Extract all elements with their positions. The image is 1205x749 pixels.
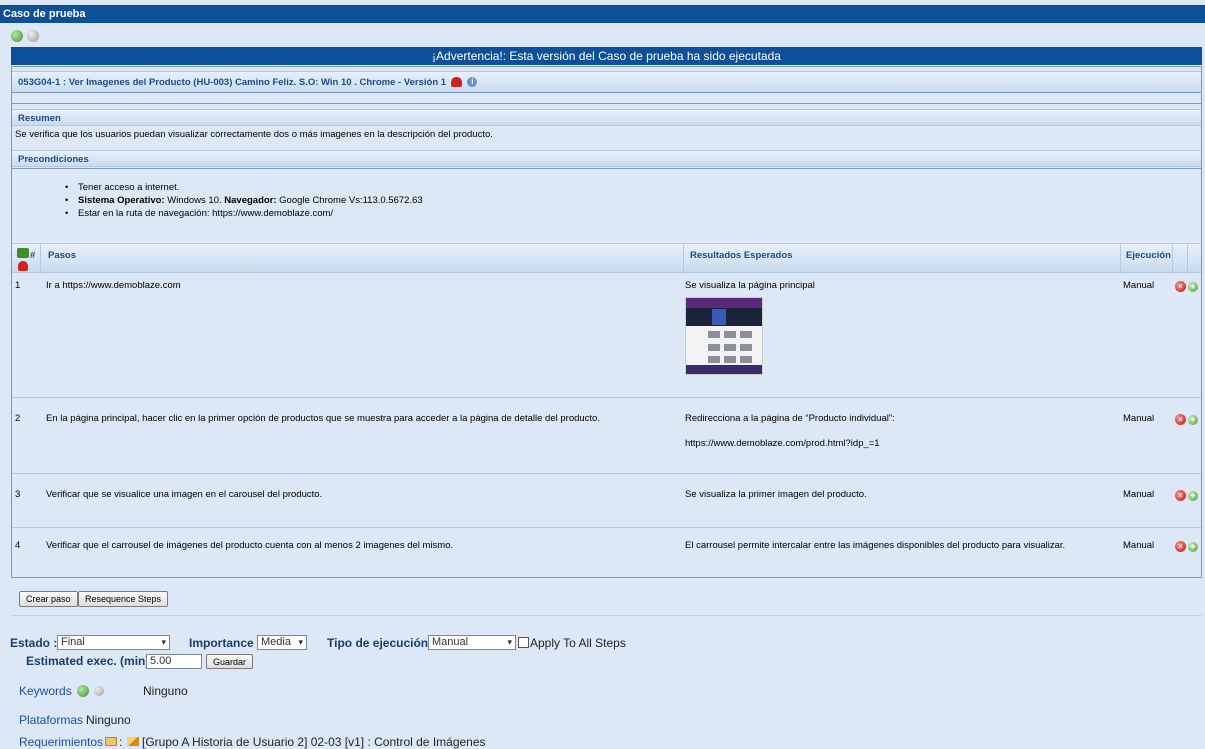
est-exec-label: Estimated exec. (min) : xyxy=(26,654,157,668)
pencil-icon[interactable] xyxy=(127,737,139,746)
step-expected-url: https://www.demoblaze.com/prod.html?idp_… xyxy=(685,438,880,449)
screenshot-thumbnail[interactable] xyxy=(685,297,763,375)
estado-select[interactable]: Final ▾ xyxy=(57,635,170,650)
create-step-button[interactable]: Crear paso xyxy=(19,591,78,607)
settings-gear-icon[interactable] xyxy=(27,30,39,42)
testcase-title: 053G04-1 : Ver Imagenes del Producto (HU… xyxy=(18,77,447,88)
toolbar xyxy=(11,30,39,44)
importance-label: Importance : xyxy=(189,636,262,650)
col-execution: Ejecución xyxy=(1126,250,1171,261)
refresh-icon[interactable] xyxy=(11,30,23,42)
platforms-value: Ninguno xyxy=(86,713,131,727)
add-keyword-icon[interactable] xyxy=(77,685,89,697)
add-step-icon[interactable]: + xyxy=(1188,415,1198,425)
precondition-item: Estar en la ruta de navegación: https://… xyxy=(64,207,423,220)
estado-label: Estado : xyxy=(10,636,58,650)
testcase-title-bar: 053G04-1 : Ver Imagenes del Producto (HU… xyxy=(12,71,1201,93)
empty-divider xyxy=(12,92,1201,104)
delete-step-icon[interactable]: × xyxy=(1175,414,1186,425)
platforms-label: Plataformas xyxy=(19,713,84,727)
keywords-label: Keywords xyxy=(19,684,72,698)
step-execution: Manual xyxy=(1123,489,1155,500)
col-expected: Resultados Esperados xyxy=(690,250,793,261)
step-action[interactable]: Verificar que el carrousel de imágenes d… xyxy=(46,540,666,551)
step-expected[interactable]: Se visualiza la página principal xyxy=(685,280,1105,291)
step-action[interactable]: Ir a https://www.demoblaze.com xyxy=(46,280,666,291)
step-number: 3 xyxy=(15,489,21,500)
step-expected[interactable]: El carrousel permite intercalar entre la… xyxy=(685,540,1105,551)
step-action[interactable]: Verificar que se visualice una imagen en… xyxy=(46,489,666,500)
step-number: 2 xyxy=(15,413,21,424)
keywords-value: Ninguno xyxy=(143,684,188,698)
delete-step-icon[interactable]: × xyxy=(1175,490,1186,501)
info-icon[interactable]: i xyxy=(467,77,478,88)
table-row: 3 Verificar que se visualice una imagen … xyxy=(12,484,1201,528)
table-row: 2 En la página principal, hacer clic en … xyxy=(12,408,1201,474)
apply-all-label: Apply To All Steps xyxy=(530,636,626,650)
precondition-item: Sistema Operativo: Windows 10. Navegador… xyxy=(64,194,423,207)
est-exec-input[interactable]: 5.00 xyxy=(146,654,202,669)
add-step-icon[interactable]: + xyxy=(1188,282,1198,292)
link-keyword-icon[interactable] xyxy=(94,686,104,696)
ghost-icon[interactable] xyxy=(450,77,462,88)
summary-text: Se verifica que los usuarios puedan visu… xyxy=(15,129,493,140)
delete-step-icon[interactable]: × xyxy=(1175,281,1186,292)
table-row: 1 Ir a https://www.demoblaze.com Se visu… xyxy=(12,275,1201,398)
save-button[interactable]: Guardar xyxy=(206,654,254,669)
table-row: 4 Verificar que el carrousel de imágenes… xyxy=(12,535,1201,577)
apply-all-checkbox[interactable] xyxy=(518,637,529,648)
step-expected[interactable]: Redirecciona a la página de “Producto in… xyxy=(685,413,1105,424)
precondition-item: Tener acceso a internet. xyxy=(64,181,423,194)
step-execution: Manual xyxy=(1123,540,1155,551)
window-title-bar: Caso de prueba xyxy=(0,5,1205,23)
exec-type-select[interactable]: Manual ▾ xyxy=(428,635,516,650)
delete-step-icon[interactable]: × xyxy=(1175,541,1186,552)
step-execution: Manual xyxy=(1123,413,1155,424)
version-warning-banner: ¡Advertencia!: Esta versión del Caso de … xyxy=(11,47,1202,65)
testcase-panel: 053G04-1 : Ver Imagenes del Producto (HU… xyxy=(11,66,1202,578)
preconditions-header: Precondiciones xyxy=(12,150,1201,167)
add-step-icon[interactable]: + xyxy=(1188,491,1198,501)
add-step-icon[interactable]: + xyxy=(1188,542,1198,552)
preconditions-box: Tener acceso a internet. Sistema Operati… xyxy=(12,168,1201,243)
step-number: 4 xyxy=(15,540,21,551)
exec-type-label: Tipo de ejecución : xyxy=(327,636,436,650)
resequence-steps-button[interactable]: Resequence Steps xyxy=(78,591,169,607)
col-steps: Pasos xyxy=(48,250,76,261)
step-execution: Manual xyxy=(1123,280,1155,291)
step-number: 1 xyxy=(15,280,21,291)
step-expected[interactable]: Se visualiza la primer imagen del produc… xyxy=(685,489,1105,500)
importance-select[interactable]: Media ▾ xyxy=(257,635,307,650)
col-num: # xyxy=(30,250,36,261)
ghost-icon[interactable] xyxy=(18,261,28,271)
steps-table-header: # Pasos Resultados Esperados Ejecución xyxy=(12,243,1201,274)
folder-icon[interactable] xyxy=(105,737,117,746)
step-action[interactable]: En la página principal, hacer clic en la… xyxy=(46,413,666,424)
preconditions-list: Tener acceso a internet. Sistema Operati… xyxy=(64,181,423,220)
reorder-icon[interactable] xyxy=(17,248,29,258)
summary-header: Resumen xyxy=(12,109,1201,126)
